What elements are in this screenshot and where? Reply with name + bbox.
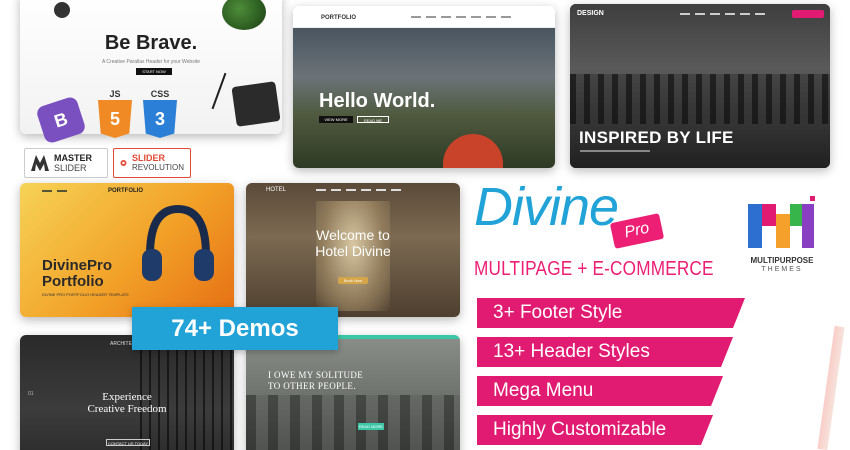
solitude-heading-line1: I OWE MY SOLITUDE [268, 370, 364, 380]
tablet-image [231, 81, 281, 127]
arch-heading-line1: Experience [102, 391, 152, 403]
css-label: CSS [150, 89, 170, 99]
feature-header-styles: 13+ Header Styles [477, 337, 733, 367]
brand-tagline: MULTIPAGE + E-COMMERCE [474, 258, 714, 280]
multipurpose-themes-logo-icon [748, 196, 815, 248]
solitude-read-more-button[interactable]: READ MORE [358, 423, 384, 430]
js-label: JS [109, 89, 121, 99]
portfolio-heading-line2: Portfolio [42, 273, 104, 290]
headphones-image [142, 204, 214, 281]
master-line2: SLIDER [54, 163, 87, 173]
feature-customizable: Highly Customizable [477, 415, 713, 445]
portfolio-demo-card[interactable]: PORTFOLIO DivinePro Portfolio DIVINE PRO… [20, 183, 234, 317]
feature-footer-style: 3+ Footer Style [477, 298, 745, 328]
hello-heading: Hello World. [319, 90, 436, 112]
solitude-heading: I OWE MY SOLITUDE TO OTHER PEOPLE. [268, 370, 363, 392]
hotel-nav-items [316, 189, 401, 191]
hello-logo: PORTFOLIO [321, 15, 356, 21]
css3-icon: 3 [143, 100, 177, 138]
brave-subtitle: A Creative Parallax Header for your Webs… [101, 59, 200, 65]
master-line1: MASTER [54, 153, 92, 163]
arch-heading-line2: Creative Freedom [87, 403, 167, 415]
pencil-image [817, 325, 845, 450]
revolution-line2: REVOLUTION [131, 163, 184, 172]
design-subtitle-line [580, 150, 650, 152]
design-nav-items [680, 13, 765, 15]
design-demo-card[interactable]: DESIGN INSPIRED BY LIFE [570, 4, 830, 168]
portfolio-subtitle: DIVINE PRO PORTFOLIO HEADER TEMPLATE [42, 292, 129, 297]
plant-image [222, 0, 266, 30]
hello-read-me-button[interactable]: READ ME [357, 116, 389, 123]
themes-label: THEMES [761, 266, 803, 273]
slider-revolution-logo: SLIDER REVOLUTION [113, 148, 191, 178]
revolution-line1: SLIDER [131, 153, 165, 163]
arch-heading: Experience Creative Freedom [20, 391, 234, 415]
design-buildings-image [570, 74, 830, 124]
gadget-image [54, 2, 70, 18]
feature-mega-menu: Mega Menu [477, 376, 723, 406]
js-icon: 5 [98, 100, 132, 138]
hotel-heading: Welcome to Hotel Divine [246, 227, 460, 259]
hotel-demo-card[interactable]: HOTEL Welcome to Hotel Divine Book Now [246, 183, 460, 317]
arch-contact-button[interactable]: CONTACT US TODAY [106, 439, 150, 446]
hotel-heading-line2: Hotel Divine [315, 243, 391, 259]
hello-nav-bar: PORTFOLIO [293, 6, 555, 28]
brave-heading: Be Brave. [104, 32, 198, 54]
hello-view-more-button[interactable]: VIEW MORE [319, 116, 353, 123]
demos-count-badge: 74+ Demos [132, 307, 338, 350]
portfolio-logo: PORTFOLIO [108, 188, 143, 194]
multipurpose-label: MULTIPURPOSE [750, 256, 814, 265]
master-slider-logo: MASTER SLIDER [24, 148, 108, 178]
brand-name: Divine [474, 177, 619, 237]
portfolio-heading-line1: DivinePro [42, 257, 113, 274]
solitude-heading-line2: TO OTHER PEOPLE. [268, 381, 356, 391]
design-heading: INSPIRED BY LIFE [579, 128, 734, 147]
design-logo: DESIGN [577, 10, 604, 17]
portfolio-nav-items [42, 190, 67, 192]
hotel-logo: HOTEL [266, 187, 287, 193]
architect-demo-card[interactable]: ARCHITECT 01 Experience Creative Freedom… [20, 335, 234, 450]
solitude-people-image [246, 395, 460, 450]
master-slider-icon [31, 155, 49, 171]
hotel-heading-line1: Welcome to [316, 227, 390, 243]
revolution-icon [120, 160, 127, 166]
brave-start-button[interactable]: START NOW [136, 68, 172, 75]
hello-world-demo-card[interactable]: PORTFOLIO Hello World. VIEW MORE READ ME [293, 6, 555, 168]
solitude-demo-card[interactable]: I OWE MY SOLITUDE TO OTHER PEOPLE. READ … [246, 335, 460, 450]
design-cta-button[interactable] [792, 10, 824, 18]
portfolio-heading: DivinePro Portfolio [42, 258, 112, 290]
pen-image [211, 72, 227, 110]
hello-nav-items [411, 16, 511, 18]
hotel-book-button[interactable]: Book Now [338, 277, 368, 284]
